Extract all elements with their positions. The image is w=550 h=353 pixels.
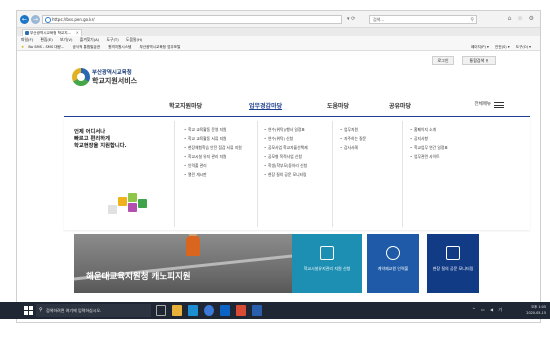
- quick-link-teacher-pool[interactable]: 계약제교원 인력풀: [367, 234, 419, 293]
- tools-menu[interactable]: 도구(O) ▾: [516, 45, 531, 49]
- browser-window: ← → https://bss.pen.go.kr/ ▾ ⟳ 검색... ⚲ ⌂…: [16, 10, 541, 323]
- menu-favorites[interactable]: 즐겨찾기(A): [80, 37, 100, 42]
- menu-link[interactable]: 업무관련 사이트: [410, 152, 482, 161]
- cubes-illustration: [104, 191, 164, 231]
- address-text: https://bss.pen.go.kr/: [52, 17, 95, 22]
- gnb-help[interactable]: 도움마당: [327, 101, 349, 110]
- browser-tab[interactable]: 부산광역시교육청 학교지... ×: [22, 29, 82, 36]
- folder-icon[interactable]: [172, 305, 182, 316]
- web-page: 로그인 통합검색 ⚲ 부산광역시교육청 학교지원서비스 학교지원마당 업무경감마…: [17, 52, 540, 309]
- search-icon[interactable]: ⚲: [470, 16, 474, 24]
- favorites-bar: ★ Bo SMS - SMS 대량... 공식적 통합발급권 원격지원시스템 부…: [17, 43, 540, 51]
- back-icon[interactable]: ←: [20, 15, 29, 24]
- integrated-search-button[interactable]: 통합검색 ⚲: [462, 56, 496, 65]
- menu-link[interactable]: 공모사업 학교자율선택제: [264, 143, 336, 152]
- gnb-work-reduction[interactable]: 업무경감마당: [249, 101, 282, 110]
- ie-icon: [45, 17, 51, 23]
- favorite-link[interactable]: 공식적 통합발급권: [72, 45, 100, 49]
- emblem-icon: [72, 68, 90, 86]
- all-menu-label[interactable]: 전체메뉴: [474, 101, 491, 107]
- menu-link[interactable]: 학생(학부모)동아리 신청: [264, 161, 336, 170]
- mega-menu: 언제 어디서나 빠르고 편리하게 학교현장을 지원합니다. 학교 교육활동 운영…: [64, 116, 530, 230]
- menu-edit[interactable]: 편집(E): [40, 37, 52, 42]
- quick-link-monitoring[interactable]: 현장 질의 공문 모니터링: [427, 234, 479, 293]
- favorite-link[interactable]: 부산광역시교육청 업무포털: [140, 45, 181, 49]
- system-tray-icons[interactable]: ^ ▭ ◀ 가: [472, 307, 504, 313]
- browser-toolbar: ← → https://bss.pen.go.kr/ ▾ ⟳ 검색... ⚲ ⌂…: [17, 11, 540, 28]
- gnb-share[interactable]: 공유마당: [389, 101, 411, 110]
- menu-link[interactable]: 학교 교육활동 운영 지원: [184, 125, 256, 134]
- main-banner[interactable]: 해운대교육지원청 캐노피지원: [74, 234, 292, 293]
- building-icon: [320, 246, 334, 260]
- windows-start-icon[interactable]: [24, 306, 33, 315]
- quick-link-facility[interactable]: 학교시설유지관리 지원 신청: [292, 234, 362, 293]
- menu-link[interactable]: 인력풀 관리: [184, 161, 256, 170]
- address-bar[interactable]: https://bss.pen.go.kr/: [42, 15, 342, 24]
- menu-link[interactable]: 업무지원: [340, 125, 395, 134]
- safety-menu[interactable]: 안전(S) ▾: [495, 45, 510, 49]
- menu-link[interactable]: 홈페이지 소개: [410, 125, 482, 134]
- menu-link[interactable]: 연수(위탁) 신청: [264, 134, 336, 143]
- windows-taskbar: ⚲ 검색하려면 여기에 입력하십시오. ^ ▭ ◀ 가 오후 1:05 2020…: [0, 302, 550, 319]
- command-bar: 페이지(P) ▾ 안전(S) ▾ 도구(O) ▾: [471, 43, 536, 51]
- menu-col-school-support: 학교 교육활동 운영 지원 학교 교육활동 서류 지원 현장체험학습 안전 점검…: [184, 125, 256, 179]
- menu-link[interactable]: 현장 질의 공문 모니터링: [264, 170, 336, 179]
- menu-bar: 파일(F) 편집(E) 보기(V) 즐겨찾기(A) 도구(T) 도움말(H): [17, 36, 540, 43]
- menu-link[interactable]: 감사사례: [340, 143, 395, 152]
- taskbar-search-input[interactable]: ⚲ 검색하려면 여기에 입력하십시오.: [36, 304, 151, 317]
- favicon-icon: [25, 31, 29, 35]
- org-name: 부산광역시교육청: [92, 70, 132, 76]
- menu-link[interactable]: 공지사항: [410, 134, 482, 143]
- menu-link[interactable]: 학교업무 연간 일정표: [410, 143, 482, 152]
- favorites-star-icon[interactable]: ★: [21, 45, 24, 49]
- tab-row: 부산광역시교육청 학교지... ×: [17, 28, 540, 36]
- search-icon: ⚲: [39, 307, 43, 313]
- forward-icon[interactable]: →: [31, 15, 40, 24]
- system-clock[interactable]: 오후 1:05 2020-05-15: [526, 304, 546, 316]
- store-icon[interactable]: [188, 305, 198, 316]
- menu-link[interactable]: 열린 게시판: [184, 170, 256, 179]
- refresh-icon[interactable]: ▾ ⟳: [347, 16, 355, 22]
- main-navigation: 학교지원마당 업무경감마당 도움마당 공유마당 전체메뉴: [17, 99, 540, 113]
- menu-col-work-reduction: 연수(위탁)/행사 일정표 연수(위탁) 신청 공모사업 학교자율선택제 공모형…: [264, 125, 336, 179]
- browser-search-input[interactable]: 검색... ⚲: [369, 15, 477, 24]
- ie-icon[interactable]: [204, 305, 214, 316]
- menu-tools[interactable]: 도구(T): [106, 37, 118, 42]
- menu-file[interactable]: 파일(F): [21, 37, 33, 42]
- hamburger-menu-icon[interactable]: [494, 102, 504, 108]
- banner-caption: 해운대교육지원청 캐노피지원: [86, 272, 191, 282]
- menu-col-help: 업무지원 자주하는 질문 감사사례: [340, 125, 395, 152]
- menu-link[interactable]: 자주하는 질문: [340, 134, 395, 143]
- home-star-gear-icons[interactable]: ⌂ ☆ ⚙: [508, 15, 536, 22]
- favorite-link[interactable]: Bo SMS - SMS 대량...: [28, 45, 64, 49]
- worker-figure: [186, 236, 200, 256]
- edge-icon[interactable]: [220, 305, 230, 316]
- menu-link[interactable]: 현장체험학습 안전 점검 서류 지원: [184, 143, 256, 152]
- monitor-icon: [446, 246, 460, 260]
- mega-intro: 언제 어디서나 빠르고 편리하게 학교현장을 지원합니다.: [74, 129, 127, 149]
- menu-link[interactable]: 학교 교육활동 서류 지원: [184, 134, 256, 143]
- app-icon[interactable]: [236, 305, 246, 316]
- menu-link[interactable]: 학교시설 유지 관리 지원: [184, 152, 256, 161]
- login-button[interactable]: 로그인: [432, 56, 454, 65]
- menu-link[interactable]: 공모형 목적사업 신청: [264, 152, 336, 161]
- service-name: 학교지원서비스: [92, 77, 138, 85]
- menu-link[interactable]: 연수(위탁)/행사 일정표: [264, 125, 336, 134]
- menu-col-share: 홈페이지 소개 공지사항 학교업무 연간 일정표 업무관련 사이트: [410, 125, 482, 161]
- page-menu[interactable]: 페이지(P) ▾: [471, 45, 489, 49]
- menu-help[interactable]: 도움말(H): [126, 37, 142, 42]
- site-logo[interactable]: 부산광역시교육청 학교지원서비스: [72, 68, 167, 92]
- task-view-icon[interactable]: [156, 305, 166, 316]
- menu-view[interactable]: 보기(V): [60, 37, 73, 42]
- favorite-link[interactable]: 원격지원시스템: [108, 45, 131, 49]
- gnb-school-support[interactable]: 학교지원마당: [169, 101, 202, 110]
- word-icon[interactable]: [252, 305, 262, 316]
- people-icon: [386, 246, 400, 260]
